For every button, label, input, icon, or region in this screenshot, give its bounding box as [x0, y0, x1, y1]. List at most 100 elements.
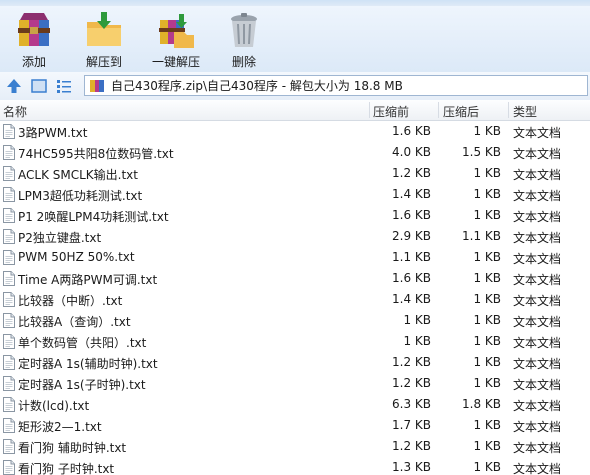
file-name: 74HC595共阳8位数码管.txt	[18, 147, 174, 161]
file-type: 文本文档	[513, 147, 562, 161]
table-row[interactable]: 矩形波2—1.txt 1.7 KB 1 KB 文本文档	[0, 415, 590, 436]
column-type[interactable]: 类型	[513, 103, 537, 120]
file-name: 矩形波2—1.txt	[18, 420, 102, 434]
text-file-icon	[3, 397, 15, 412]
table-row[interactable]: 看门狗 辅助时钟.txt 1.2 KB 1 KB 文本文档	[0, 436, 590, 457]
file-original-size: 1.8 KB	[462, 397, 501, 411]
delete-button-label: 删除	[231, 55, 256, 69]
text-file-icon	[3, 166, 15, 181]
list-view-icon[interactable]	[55, 77, 73, 95]
text-file-icon	[3, 187, 15, 202]
table-row[interactable]: 看门狗 子时钟.txt 1.3 KB 1 KB 文本文档	[0, 457, 590, 475]
text-file-icon	[3, 460, 15, 475]
file-compressed-size: 1 KB	[403, 313, 431, 327]
file-compressed-size: 1.6 KB	[392, 208, 431, 222]
file-compressed-size: 1.6 KB	[392, 124, 431, 138]
file-original-size: 1 KB	[473, 313, 501, 327]
table-row[interactable]: 比较器A（查询）.txt 1 KB 1 KB 文本文档	[0, 310, 590, 331]
text-file-icon	[3, 334, 15, 349]
file-type: 文本文档	[513, 210, 562, 224]
file-original-size: 1 KB	[473, 376, 501, 390]
column-name[interactable]: 名称	[3, 103, 27, 120]
file-type: 文本文档	[513, 189, 562, 203]
file-compressed-size: 4.0 KB	[392, 145, 431, 159]
file-name: P1 2唤醒LPM4功耗测试.txt	[18, 210, 169, 224]
address-row: 自己430程序.zip\自己430程序 - 解包大小为 18.8 MB	[0, 72, 590, 101]
file-original-size: 1 KB	[473, 460, 501, 474]
file-compressed-size: 1.6 KB	[392, 271, 431, 285]
file-type: 文本文档	[513, 168, 562, 182]
text-file-icon	[3, 250, 15, 265]
text-file-icon	[3, 355, 15, 370]
address-path: 自己430程序.zip\自己430程序 - 解包大小为 18.8 MB	[111, 79, 403, 93]
file-compressed-size: 1.3 KB	[392, 460, 431, 474]
file-compressed-size: 2.9 KB	[392, 229, 431, 243]
file-type: 文本文档	[513, 231, 562, 245]
text-file-icon	[3, 376, 15, 391]
table-row[interactable]: Time A两路PWM可调.txt 1.6 KB 1 KB 文本文档	[0, 268, 590, 289]
text-file-icon	[3, 145, 15, 160]
text-file-icon	[3, 124, 15, 139]
one-click-extract-icon	[159, 14, 194, 48]
text-file-icon	[3, 439, 15, 454]
file-name: 比较器（中断）.txt	[18, 294, 123, 308]
add-button[interactable]: 添加	[14, 6, 54, 72]
file-type: 文本文档	[513, 336, 562, 350]
file-compressed-size: 1.2 KB	[392, 439, 431, 453]
delete-button[interactable]: 删除	[226, 6, 262, 72]
file-name: 看门狗 辅助时钟.txt	[18, 441, 127, 455]
file-original-size: 1.1 KB	[462, 229, 501, 243]
text-file-icon	[3, 208, 15, 223]
table-row[interactable]: 定时器A 1s(辅助时钟).txt 1.2 KB 1 KB 文本文档	[0, 352, 590, 373]
table-row[interactable]: P2独立键盘.txt 2.9 KB 1.1 KB 文本文档	[0, 226, 590, 247]
file-name: LPM3超低功耗测试.txt	[18, 189, 143, 203]
table-row[interactable]: 计数(lcd).txt 6.3 KB 1.8 KB 文本文档	[0, 394, 590, 415]
column-original[interactable]: 压缩后	[443, 103, 479, 120]
table-row[interactable]: P1 2唤醒LPM4功耗测试.txt 1.6 KB 1 KB 文本文档	[0, 205, 590, 226]
file-name: 3路PWM.txt	[18, 126, 88, 140]
file-name: 定时器A 1s(辅助时钟).txt	[18, 357, 158, 371]
file-name: Time A两路PWM可调.txt	[18, 273, 158, 287]
table-row[interactable]: 单个数码管（共阳）.txt 1 KB 1 KB 文本文档	[0, 331, 590, 352]
file-original-size: 1 KB	[473, 166, 501, 180]
file-compressed-size: 1 KB	[403, 334, 431, 348]
one-click-extract-button-label: 一键解压	[151, 55, 200, 69]
file-name: 计数(lcd).txt	[18, 399, 90, 413]
file-type: 文本文档	[513, 378, 562, 392]
extract-to-button[interactable]: 解压到	[82, 6, 126, 72]
up-arrow-icon[interactable]	[5, 77, 23, 95]
toolbar: 添加 解压到 一键解压 删除	[0, 6, 590, 73]
file-name: 单个数码管（共阳）.txt	[18, 336, 147, 350]
table-row[interactable]: PWM 50HZ 50%.txt 1.1 KB 1 KB 文本文档	[0, 247, 590, 268]
text-file-icon	[3, 313, 15, 328]
text-file-icon	[3, 229, 15, 244]
thumbnail-view-icon[interactable]	[30, 77, 48, 95]
address-bar[interactable]: 自己430程序.zip\自己430程序 - 解包大小为 18.8 MB	[84, 75, 588, 96]
one-click-extract-button[interactable]: 一键解压	[150, 6, 202, 72]
archive-icon	[90, 79, 104, 92]
file-name: ACLK SMCLK输出.txt	[18, 168, 138, 182]
table-row[interactable]: ACLK SMCLK输出.txt 1.2 KB 1 KB 文本文档	[0, 163, 590, 184]
file-compressed-size: 1.2 KB	[392, 166, 431, 180]
table-row[interactable]: 3路PWM.txt 1.6 KB 1 KB 文本文档	[0, 121, 590, 142]
file-compressed-size: 1.4 KB	[392, 187, 431, 201]
file-list: 3路PWM.txt 1.6 KB 1 KB 文本文档 74HC595共阳8位数码管.tx…	[0, 121, 590, 475]
file-original-size: 1 KB	[473, 355, 501, 369]
file-compressed-size: 1.2 KB	[392, 376, 431, 390]
text-file-icon	[3, 292, 15, 307]
file-original-size: 1.5 KB	[462, 145, 501, 159]
file-type: 文本文档	[513, 420, 562, 434]
file-compressed-size: 1.7 KB	[392, 418, 431, 432]
column-header: 名称 压缩前 压缩后 类型	[0, 100, 590, 121]
file-type: 文本文档	[513, 315, 562, 329]
file-compressed-size: 1.2 KB	[392, 355, 431, 369]
file-original-size: 1 KB	[473, 439, 501, 453]
table-row[interactable]: 定时器A 1s(子时钟).txt 1.2 KB 1 KB 文本文档	[0, 373, 590, 394]
extract-to-button-label: 解压到	[85, 55, 122, 69]
table-row[interactable]: 比较器（中断）.txt 1.4 KB 1 KB 文本文档	[0, 289, 590, 310]
table-row[interactable]: LPM3超低功耗测试.txt 1.4 KB 1 KB 文本文档	[0, 184, 590, 205]
trash-can-icon	[231, 13, 257, 47]
file-type: 文本文档	[513, 126, 562, 140]
column-compressed[interactable]: 压缩前	[373, 103, 409, 120]
table-row[interactable]: 74HC595共阳8位数码管.txt 4.0 KB 1.5 KB 文本文档	[0, 142, 590, 163]
